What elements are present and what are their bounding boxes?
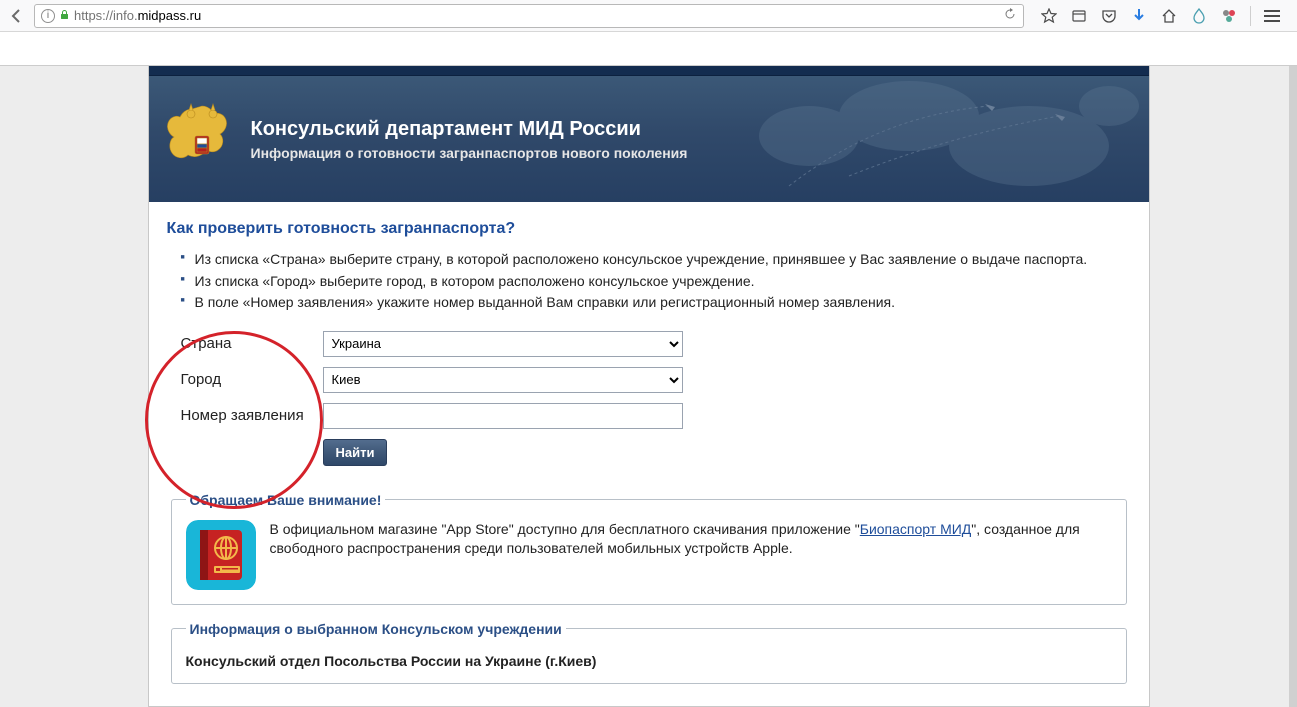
world-map-decor <box>729 76 1149 202</box>
lock-icon <box>59 9 70 23</box>
instruction-item: Из списка «Город» выберите город, в кото… <box>181 272 1131 292</box>
top-stripe <box>149 66 1149 76</box>
notice-box: Обращаем Ваше внимание! <box>171 492 1127 605</box>
home-icon[interactable] <box>1160 7 1178 25</box>
country-select[interactable]: Украина <box>323 331 683 357</box>
app-icon <box>186 520 256 590</box>
pocket-icon[interactable] <box>1100 7 1118 25</box>
header-title: Консульский департамент МИД России <box>251 118 688 141</box>
city-label: Город <box>181 371 323 388</box>
toolbar-icons <box>1030 6 1291 26</box>
search-form: Страна Украина Город Киев Номер заявлени… <box>181 331 1131 466</box>
header-text: Консульский департамент МИД России Инфор… <box>251 118 688 161</box>
header-subtitle: Информация о готовности загранпаспортов … <box>251 145 688 161</box>
download-icon[interactable] <box>1130 7 1148 25</box>
city-select[interactable]: Киев <box>323 367 683 393</box>
library-icon[interactable] <box>1070 7 1088 25</box>
browser-toolbar: i https://info.midpass.ru <box>0 0 1297 32</box>
biopassport-link[interactable]: Биопаспорт МИД <box>860 521 972 537</box>
content: Как проверить готовность загранпаспорта?… <box>149 202 1149 684</box>
page-header: Консульский департамент МИД России Инфор… <box>149 76 1149 202</box>
number-label: Номер заявления <box>181 407 323 424</box>
instruction-list: Из списка «Страна» выберите страну, в ко… <box>167 250 1131 313</box>
notice-text: В официальном магазине "App Store" досту… <box>270 520 1112 559</box>
russian-emblem-icon <box>167 100 237 178</box>
search-button[interactable]: Найти <box>323 439 388 466</box>
application-number-input[interactable] <box>323 403 683 429</box>
menu-icon[interactable] <box>1263 7 1281 25</box>
back-button[interactable] <box>6 5 28 27</box>
country-label: Страна <box>181 335 323 352</box>
scrollbar[interactable] <box>1289 66 1297 707</box>
viewport: Консульский департамент МИД России Инфор… <box>0 66 1297 707</box>
consulate-info-legend: Информация о выбранном Консульском учреж… <box>186 621 566 637</box>
star-icon[interactable] <box>1040 7 1058 25</box>
consulate-name: Консульский отдел Посольства России на У… <box>186 653 1112 669</box>
notice-legend: Обращаем Ваше внимание! <box>186 492 386 508</box>
info-icon: i <box>41 9 55 23</box>
page-container: Консульский департамент МИД России Инфор… <box>148 66 1150 707</box>
consulate-info-box: Информация о выбранном Консульском учреж… <box>171 621 1127 684</box>
address-bar[interactable]: i https://info.midpass.ru <box>34 4 1024 28</box>
section-title: Как проверить готовность загранпаспорта? <box>167 220 1131 238</box>
tab-strip-area <box>0 32 1297 66</box>
separator <box>1250 6 1251 26</box>
addon-icon[interactable] <box>1220 7 1238 25</box>
droplet-icon[interactable] <box>1190 7 1208 25</box>
instruction-item: В поле «Номер заявления» укажите номер в… <box>181 293 1131 313</box>
reload-icon[interactable] <box>1003 7 1017 24</box>
url-text: https://info.midpass.ru <box>74 8 201 23</box>
instruction-item: Из списка «Страна» выберите страну, в ко… <box>181 250 1131 270</box>
